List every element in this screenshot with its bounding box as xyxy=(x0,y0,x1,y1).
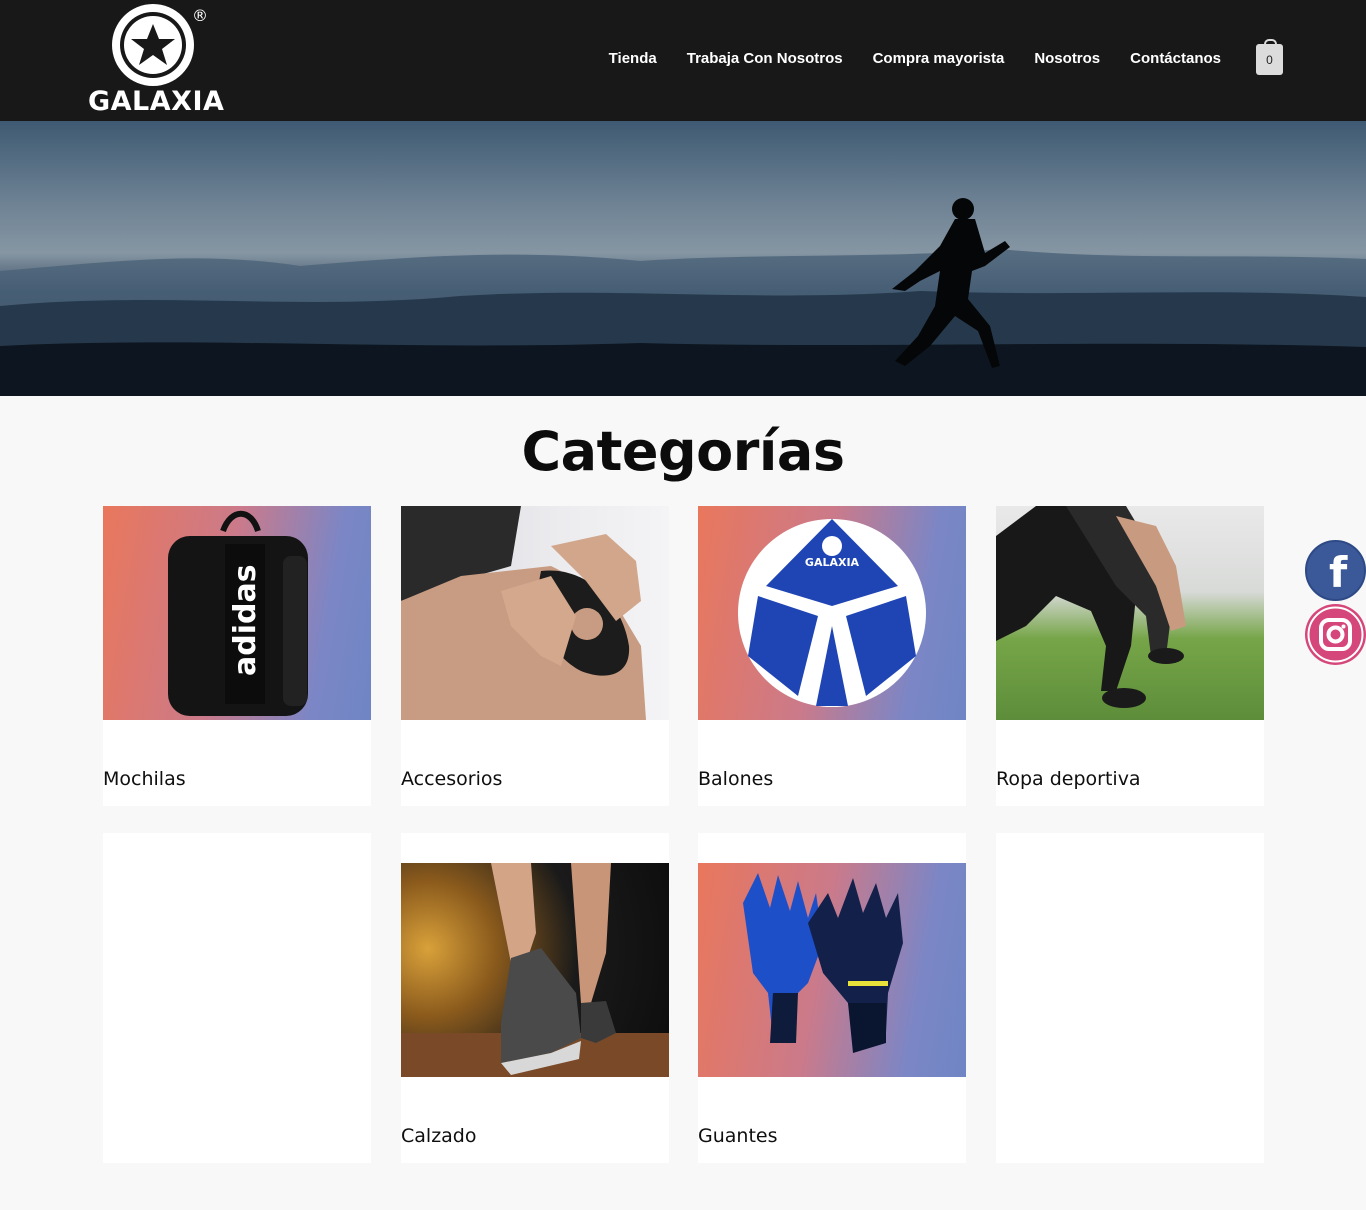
sportswear-image xyxy=(996,506,1264,720)
category-label: Guantes xyxy=(698,1125,778,1147)
ball-brand-text: GALAXIA xyxy=(805,556,860,569)
category-label: Balones xyxy=(698,768,774,790)
brand-name: GALAXIA xyxy=(88,86,225,117)
cart-icon[interactable]: 0 xyxy=(1256,39,1283,75)
brand-logo[interactable]: ® GALAXIA xyxy=(88,4,225,117)
page-title: Categorías xyxy=(521,420,845,483)
nav-item-trabaja[interactable]: Trabaja Con Nosotros xyxy=(687,50,843,67)
knee-brace-image xyxy=(401,506,669,720)
category-label: Calzado xyxy=(401,1125,477,1147)
category-card-balones[interactable]: GALAXIA Balones xyxy=(698,506,966,806)
category-card-ropa[interactable]: Ropa deportiva xyxy=(996,506,1264,806)
nav-item-mayorista[interactable]: Compra mayorista xyxy=(873,50,1005,67)
category-card-accesorios[interactable]: Accesorios xyxy=(401,506,669,806)
category-card-empty-1 xyxy=(103,833,371,1163)
nav-item-nosotros[interactable]: Nosotros xyxy=(1034,50,1100,67)
category-label: Accesorios xyxy=(401,768,503,790)
facebook-icon[interactable]: f xyxy=(1305,540,1366,601)
category-card-calzado[interactable]: Calzado xyxy=(401,833,669,1163)
category-card-guantes[interactable]: Guantes xyxy=(698,833,966,1163)
category-card-empty-2 xyxy=(996,833,1264,1163)
backpack-brand-text: adidas xyxy=(228,564,263,676)
main-nav: Tienda Trabaja Con Nosotros Compra mayor… xyxy=(609,50,1221,67)
nav-item-contacto[interactable]: Contáctanos xyxy=(1130,50,1221,67)
shoe-image xyxy=(401,863,669,1077)
category-card-mochilas[interactable]: adidas Mochilas xyxy=(103,506,371,806)
cart-count: 0 xyxy=(1266,53,1273,67)
star-logo-icon xyxy=(112,4,194,86)
gloves-image xyxy=(698,863,966,1077)
ball-image: GALAXIA xyxy=(698,506,966,720)
registered-mark: ® xyxy=(192,6,208,25)
backpack-image: adidas xyxy=(103,506,371,720)
category-label: Ropa deportiva xyxy=(996,768,1141,790)
category-label: Mochilas xyxy=(103,768,186,790)
hero-landscape xyxy=(0,198,1366,396)
site-header: ® GALAXIA Tienda Trabaja Con Nosotros Co… xyxy=(0,0,1366,121)
instagram-icon[interactable] xyxy=(1305,604,1366,665)
hero-banner xyxy=(0,121,1366,396)
nav-item-tienda[interactable]: Tienda xyxy=(609,50,657,67)
